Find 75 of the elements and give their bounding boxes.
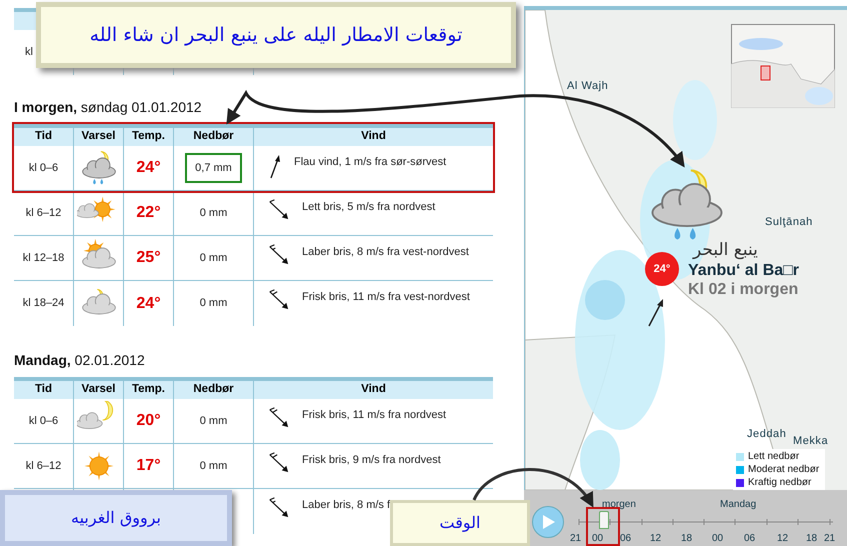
wind-description: Frisk bris, 11 m/s fra vest-nordvest <box>302 290 470 305</box>
temperature: 22° <box>136 203 161 223</box>
time-cell-text: kl <box>25 45 33 60</box>
time-cell-text: kl 0–6 <box>28 414 58 429</box>
play-button[interactable] <box>532 506 564 538</box>
wind-description: Frisk bris, 9 m/s fra nordvest <box>302 453 441 468</box>
column-header: Tid <box>34 382 52 398</box>
time-cell-text: kl 6–12 <box>26 458 62 474</box>
legend-label: Moderat nedbør <box>748 463 820 477</box>
wind-arrow-icon <box>268 289 290 311</box>
temperature: 20° <box>136 411 161 431</box>
place-label: Mekka <box>793 434 828 449</box>
wind-arrow-icon <box>268 407 290 429</box>
wind-arrow-icon <box>268 452 290 474</box>
day-label: morgen <box>602 498 636 512</box>
tick-label: 21 <box>824 532 836 546</box>
tick-label: 12 <box>650 532 662 546</box>
column-header: Temp. <box>132 382 165 398</box>
wind-description: Flau vind, 1 m/s fra sør-sørvest <box>294 155 446 170</box>
column-header: Temp. <box>132 129 165 144</box>
time-cell-text: kl 6–12 <box>26 206 62 221</box>
temperature: 24° <box>136 158 161 178</box>
place-name: Yanbu‘ al Ba□r <box>688 261 800 281</box>
wind-description: Laber bris, 8 m/s f <box>302 498 390 513</box>
wind-description: Laber bris, 8 m/s fra vest-nordvest <box>302 245 469 260</box>
temperature: 24° <box>136 294 161 314</box>
precipitation: 0 mm <box>200 206 228 221</box>
legend-label: Lett nedbør <box>748 450 800 464</box>
column-header: Vind <box>361 129 386 144</box>
wind-description: Lett bris, 5 m/s fra nordvest <box>302 200 436 215</box>
wind-arrow-icon <box>268 244 290 266</box>
wind-description: Frisk bris, 11 m/s fra nordvest <box>302 408 446 423</box>
precipitation: 0 mm <box>200 414 228 429</box>
precipitation: 0 mm <box>200 250 228 266</box>
column-header: Varsel <box>82 382 116 398</box>
place-label: Jeddah <box>747 427 786 442</box>
column-header: Nedbør <box>193 129 234 144</box>
callout-text: برووق الغربيه <box>71 507 161 529</box>
tick-label: 18 <box>681 532 692 546</box>
precipitation: 0,7 mm <box>185 152 242 184</box>
wind-arrow-icon <box>268 497 290 519</box>
tick-label: 00 <box>712 532 724 546</box>
time-cell-text: kl 0–6 <box>28 160 58 176</box>
column-header: Vind <box>361 382 386 398</box>
time-track[interactable] <box>578 511 834 529</box>
legend-label: Kraftig nedbør <box>748 476 812 490</box>
time-cell-text: kl 12–18 <box>22 250 64 266</box>
tick-label: 06 <box>620 532 632 546</box>
temperature: 17° <box>136 456 161 476</box>
callout-text: توقعات الامطار اليله على ينبع البحر ان شاء الله <box>90 22 462 48</box>
wind-arrow-icon <box>268 154 282 180</box>
precipitation: 0 mm <box>200 296 228 312</box>
time-slider-handle[interactable] <box>598 511 609 529</box>
tick-label: 18 <box>806 532 818 546</box>
time-cell-text: kl 18–24 <box>22 296 64 312</box>
forecast-time: Kl 02 i morgen <box>688 280 798 300</box>
day-heading: Mandag, 02.01.2012 <box>14 351 146 370</box>
play-icon <box>543 515 555 529</box>
place-name-arabic: ينبع البحر <box>693 239 758 262</box>
column-header: Tid <box>34 129 52 144</box>
place-label: Al Wajh <box>567 79 608 94</box>
wind-arrow-icon <box>268 199 290 221</box>
temperature: 25° <box>136 248 161 268</box>
day-label: Mandag <box>720 498 756 512</box>
day-heading: I morgen, søndag 01.01.2012 <box>14 98 203 117</box>
column-header: Varsel <box>82 129 116 144</box>
precipitation: 0 mm <box>200 458 228 474</box>
wind-arrow-icon <box>646 298 666 328</box>
tick-label: 00 <box>592 532 604 546</box>
column-header: Nedbør <box>193 382 234 398</box>
callout-text: الوقت <box>440 512 480 534</box>
tick-label: 12 <box>777 532 788 546</box>
place-label: Sulţānah <box>765 215 813 230</box>
tick-label: 21 <box>570 532 582 546</box>
tick-label: 06 <box>744 532 756 546</box>
